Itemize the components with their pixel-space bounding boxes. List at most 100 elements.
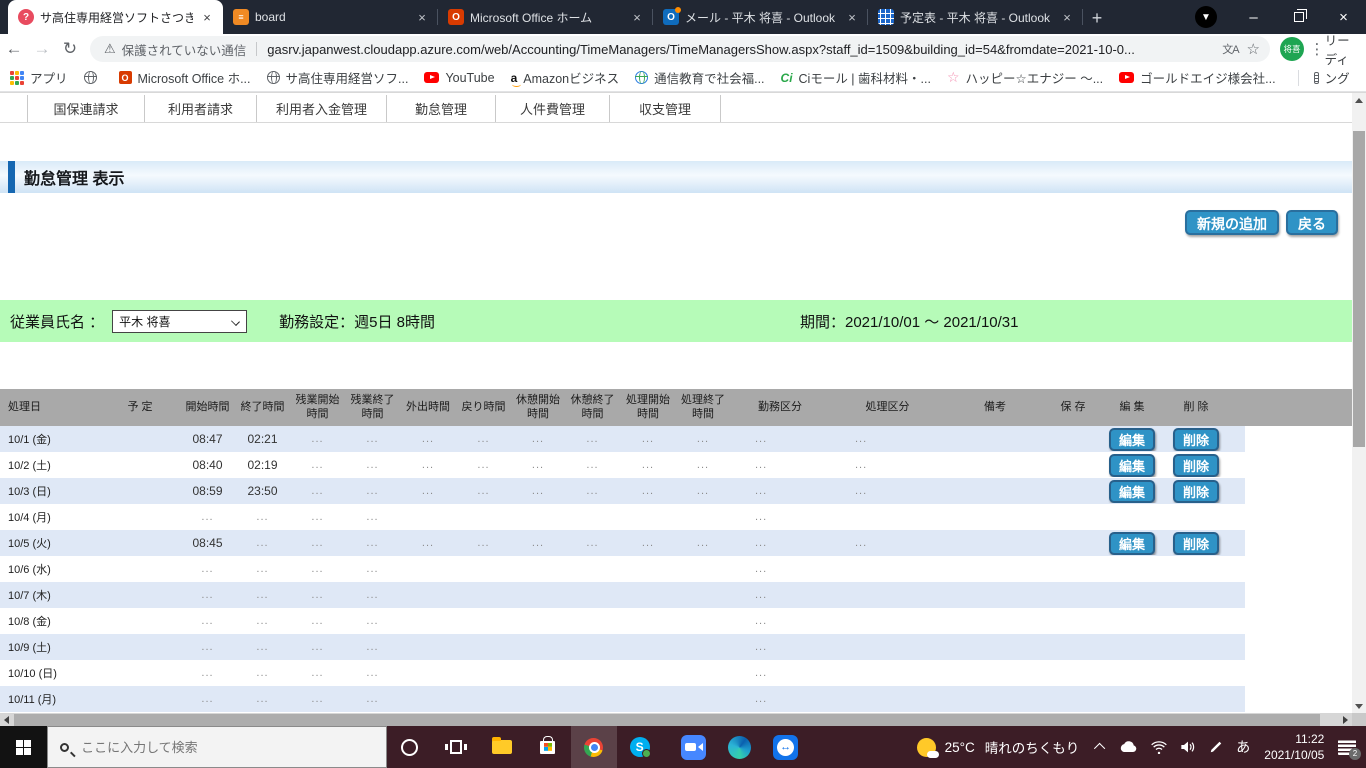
horizontal-scrollbar[interactable] (0, 713, 1352, 727)
add-new-button[interactable]: 新規の追加 (1185, 210, 1279, 235)
taskbar-search[interactable] (47, 726, 387, 768)
browser-tab[interactable]: 予定表 - 平木 将喜 - Outlook × (868, 0, 1083, 34)
skype-icon: S (629, 737, 651, 758)
taskbar-app-zoom[interactable] (671, 726, 717, 768)
edit-button[interactable]: 編集 (1109, 453, 1155, 477)
cell-dots: ... (855, 485, 868, 497)
browser-tab[interactable]: O メール - 平木 将喜 - Outlook × (653, 0, 868, 34)
horizontal-scrollbar-thumb[interactable] (14, 714, 1320, 726)
taskbar-app-cortana[interactable] (387, 726, 433, 768)
browser-tab[interactable]: ≡ board × (223, 0, 438, 34)
column-header: 保 存 (1060, 400, 1086, 413)
cell-dots: ... (755, 537, 768, 549)
cell-edit: 編集 (1101, 531, 1163, 555)
browser-tab[interactable]: O Microsoft Office ホーム × (438, 0, 653, 34)
bookmark-star-icon[interactable]: ☆ (1247, 40, 1260, 58)
delete-button[interactable]: 削除 (1173, 427, 1219, 451)
pen-icon[interactable] (1209, 740, 1223, 754)
delete-button[interactable]: 削除 (1173, 453, 1219, 477)
bookmark-item[interactable]: Ci Ciモール | 歯科材料・... (781, 68, 931, 87)
taskbar-app-file-explorer[interactable] (479, 726, 525, 768)
bookmark-item[interactable]: O Microsoft Office ホ... (118, 68, 251, 87)
taskbar-app-store[interactable] (525, 726, 571, 768)
employee-select[interactable]: 平木 将喜 (112, 309, 248, 333)
reload-button[interactable]: ↻ (56, 39, 84, 59)
bookmark-item[interactable]: YouTube (424, 71, 495, 85)
site-nav-item[interactable]: 利用者入金管理 (256, 95, 386, 122)
taskbar-app-skype[interactable]: S (617, 726, 663, 768)
tab-search-button[interactable]: ▼ (1195, 6, 1217, 28)
delete-button[interactable]: 削除 (1173, 531, 1219, 555)
site-nav-item[interactable]: 勤怠管理 (386, 95, 495, 122)
scroll-left-arrow[interactable] (0, 713, 13, 727)
site-nav-item[interactable]: 収支管理 (609, 95, 721, 122)
taskbar-search-input[interactable] (81, 739, 362, 755)
edit-button[interactable]: 編集 (1109, 479, 1155, 503)
taskbar-app-chrome[interactable] (570, 726, 617, 768)
tray-chevron-up-icon[interactable] (1094, 742, 1106, 755)
translate-icon[interactable]: 文A (1222, 41, 1239, 57)
edit-button[interactable]: 編集 (1109, 531, 1155, 555)
tab-close-icon[interactable]: × (1059, 10, 1075, 25)
taskbar-app-teamviewer[interactable]: ↔ (763, 726, 809, 768)
onedrive-cloud-icon[interactable] (1118, 740, 1138, 754)
ime-indicator[interactable]: あ (1236, 737, 1250, 757)
site-nav-item[interactable]: 利用者請求 (144, 95, 256, 122)
cell-dots: ... (477, 485, 490, 497)
vertical-scrollbar-thumb[interactable] (1353, 131, 1365, 447)
minimize-button[interactable]: – (1231, 0, 1276, 34)
vertical-scrollbar[interactable] (1352, 93, 1366, 713)
cell-dots: ... (311, 485, 324, 497)
page-actions: 新規の追加 戻る (1185, 210, 1338, 235)
cell-dots: ... (311, 615, 324, 627)
ci-mall-icon: Ci (780, 70, 793, 85)
taskbar-app-task-view[interactable] (433, 726, 479, 768)
column-header: 残業開始 時間 (295, 393, 340, 420)
weather-temp: 25°C (944, 739, 975, 755)
bookmark-item[interactable]: 通信教育で社会福... (635, 68, 765, 87)
cell-date: 10/11 (月) (8, 694, 57, 706)
back-page-button[interactable]: 戻る (1286, 210, 1338, 235)
scroll-down-arrow[interactable] (1352, 699, 1366, 713)
table-header: 処理日 予 定 開始時間 終了時間 残業開始 時間 残業終了 時間 外出時間 戻り時間 休憩開始… (0, 389, 1352, 426)
restore-button[interactable] (1276, 0, 1321, 34)
taskbar-clock[interactable]: 11:22 2021/10/05 (1264, 731, 1324, 763)
cell-value: 02:21 (247, 432, 278, 446)
wifi-icon[interactable] (1151, 740, 1168, 754)
tab-close-icon[interactable]: × (629, 10, 645, 25)
close-button[interactable]: × (1321, 0, 1366, 34)
bookmark-label: Ciモール | 歯科材料・... (798, 72, 931, 86)
browser-tab[interactable]: ? サ高住専用経営ソフトさつきちゃ × (8, 0, 223, 34)
start-button[interactable] (0, 726, 48, 768)
tab-close-icon[interactable]: × (414, 10, 430, 25)
site-nav-item[interactable]: 人件費管理 (495, 95, 609, 122)
forward-button[interactable]: → (28, 39, 56, 59)
taskbar-app-edge[interactable] (717, 726, 763, 768)
scroll-up-arrow[interactable] (1352, 93, 1366, 107)
board-icon: ≡ (233, 9, 249, 25)
bookmark-item[interactable]: ゴールドエイジ様会社... (1119, 68, 1276, 87)
scroll-right-arrow[interactable] (1339, 713, 1352, 727)
bookmark-item[interactable]: ☆ ハッピー☆エナジー ～... (947, 68, 1103, 87)
cell-value: 23:50 (247, 484, 278, 498)
tab-close-icon[interactable]: × (199, 10, 215, 25)
bookmark-label: 通信教育で社会福... (654, 72, 765, 86)
cell-dots: ... (366, 433, 379, 445)
cell-value: 08:40 (192, 458, 223, 472)
address-bar[interactable]: ⚠ 保護されていない通信 gasrv.japanwest.cloudapp.az… (90, 36, 1270, 62)
cell-dots: ... (477, 433, 490, 445)
delete-button[interactable]: 削除 (1173, 479, 1219, 503)
back-button[interactable]: ← (0, 39, 28, 59)
bookmark-item[interactable] (83, 71, 103, 84)
cell-delete: 削除 (1163, 531, 1229, 555)
action-center-icon[interactable]: 2 (1338, 739, 1361, 760)
edit-button[interactable]: 編集 (1109, 427, 1155, 451)
bookmark-item[interactable]: a Amazonビジネス (511, 68, 619, 87)
tab-close-icon[interactable]: × (844, 10, 860, 25)
site-nav-item[interactable]: 国保連請求 (27, 95, 144, 122)
bookmark-item[interactable]: サ高住専用経営ソフ... (266, 68, 408, 87)
bookmark-item[interactable]: アプリ (10, 68, 68, 87)
weather-widget[interactable]: 25°C 晴れのちくもり (916, 737, 1079, 758)
speaker-icon[interactable] (1180, 740, 1196, 754)
new-tab-button[interactable]: + (1083, 4, 1111, 32)
